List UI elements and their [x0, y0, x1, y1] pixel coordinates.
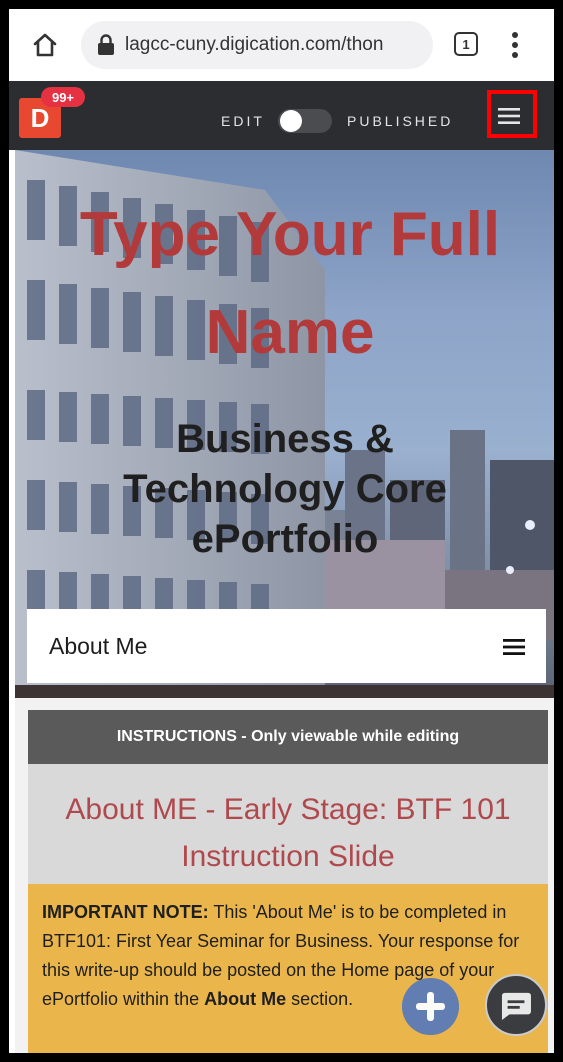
- note-body-3: section.: [286, 989, 354, 1009]
- browser-bar: lagcc-cuny.digication.com/thon 1: [9, 9, 554, 81]
- address-bar[interactable]: lagcc-cuny.digication.com/thon: [81, 21, 433, 69]
- instructions-box: About ME - Early Stage: BTF 101 Instruct…: [28, 764, 548, 884]
- current-page-label: About Me: [49, 633, 148, 659]
- page-content: INSTRUCTIONS - Only viewable while editi…: [15, 698, 554, 1053]
- more-vertical-icon[interactable]: [509, 29, 521, 61]
- app-toolbar: D 99+ EDIT PUBLISHED: [9, 81, 554, 150]
- home-icon[interactable]: [31, 31, 59, 59]
- url-text: lagcc-cuny.digication.com/thon: [125, 34, 384, 55]
- hamburger-menu-icon[interactable]: [503, 639, 525, 655]
- important-note-box: IMPORTANT NOTE: This 'About Me' is to be…: [28, 884, 548, 1053]
- chat-icon: [501, 992, 531, 1020]
- chat-button[interactable]: [485, 974, 547, 1036]
- published-label: PUBLISHED: [347, 113, 454, 129]
- important-note-text: IMPORTANT NOTE: This 'About Me' is to be…: [42, 898, 542, 1014]
- instructions-title: About ME - Early Stage: BTF 101 Instruct…: [65, 793, 511, 873]
- page-nav-bar: About Me: [27, 609, 546, 683]
- notification-badge: 99+: [41, 87, 85, 107]
- instructions-header: INSTRUCTIONS - Only viewable while editi…: [28, 710, 548, 764]
- tab-switcher-button[interactable]: 1: [454, 32, 478, 56]
- hero-title[interactable]: Type Your Full Name: [35, 186, 545, 382]
- plus-icon[interactable]: [402, 978, 459, 1035]
- device-frame: lagcc-cuny.digication.com/thon 1 D 99+ E…: [0, 0, 563, 1062]
- note-body-2: the: [174, 989, 205, 1009]
- lock-icon: [98, 34, 114, 55]
- edit-label: EDIT: [221, 113, 265, 129]
- note-bold-about-me: About Me: [204, 989, 287, 1009]
- hero-subtitle[interactable]: Business & Technology Core ePortfolio: [75, 414, 495, 564]
- screen: lagcc-cuny.digication.com/thon 1 D 99+ E…: [9, 9, 554, 1053]
- note-lead: IMPORTANT NOTE:: [42, 902, 209, 922]
- toggle-knob: [280, 110, 302, 132]
- edit-publish-toggle[interactable]: [278, 109, 332, 133]
- hamburger-menu-icon[interactable]: [498, 108, 520, 124]
